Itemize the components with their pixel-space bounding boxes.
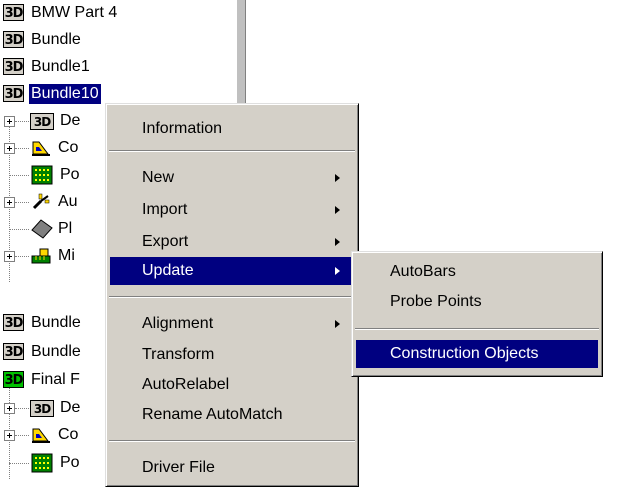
3d-badge-icon: 3D — [3, 58, 24, 75]
tree-item-bundle1[interactable]: 3D Bundle1 — [0, 54, 236, 81]
3d-part-icon: 3D — [30, 113, 54, 130]
menu-item-label: Export — [142, 233, 189, 250]
measure-icon — [31, 248, 51, 264]
submenu-arrow-icon — [335, 238, 340, 246]
expand-icon[interactable] — [4, 197, 15, 208]
submenu-arrow-icon — [335, 206, 340, 214]
tree-item-label: Po — [60, 454, 80, 471]
tree-item-bundle[interactable]: 3D Bundle — [0, 27, 236, 54]
menu-item-label: Probe Points — [390, 293, 482, 310]
menu-item-construction-objects[interactable]: Construction Objects — [356, 340, 598, 368]
tree-connector — [9, 229, 29, 230]
3d-badge-icon: 3D — [3, 4, 24, 21]
tree-item-label: Co — [58, 426, 79, 443]
update-submenu: AutoBars Probe Points Construction Objec… — [351, 251, 603, 377]
menu-item-label: Update — [142, 262, 194, 279]
menu-item-alignment[interactable]: Alignment — [110, 310, 354, 338]
menu-separator — [109, 440, 355, 442]
menu-item-autorelabel[interactable]: AutoRelabel — [110, 371, 354, 399]
context-menu: Information New Import Export Update Ali… — [105, 103, 359, 487]
construction-icon — [32, 428, 50, 443]
menu-item-label: Construction Objects — [390, 345, 539, 362]
3d-badge-icon: 3D — [3, 343, 24, 360]
menu-item-driver-file[interactable]: Driver File — [110, 454, 354, 482]
menu-item-transform[interactable]: Transform — [110, 341, 354, 369]
menu-item-import[interactable]: Import — [110, 196, 354, 224]
tree-item-label: De — [60, 112, 81, 129]
tree-item-label: Au — [58, 193, 78, 210]
tree-connector — [9, 175, 29, 176]
menu-item-autobars[interactable]: AutoBars — [356, 258, 598, 286]
construction-icon — [32, 141, 50, 156]
menu-item-probe-points[interactable]: Probe Points — [356, 288, 598, 316]
tree-item-label: Bundle — [31, 31, 81, 48]
expand-icon[interactable] — [4, 143, 15, 154]
tree-item-label: BMW Part 4 — [31, 4, 118, 21]
expand-icon[interactable] — [4, 430, 15, 441]
menu-item-label: Rename AutoMatch — [142, 406, 283, 423]
tree-item-label: Bundle10 — [29, 84, 101, 104]
menu-item-export[interactable]: Export — [110, 228, 354, 256]
tree-item-label: Mi — [58, 247, 75, 264]
tree-item-label: Po — [60, 166, 80, 183]
menu-item-update[interactable]: Update — [110, 257, 354, 285]
tree-item-label: Pl — [58, 220, 73, 237]
autobar-icon — [32, 193, 50, 210]
tree-connector — [15, 408, 29, 409]
expand-icon[interactable] — [4, 403, 15, 414]
tree-connector — [15, 202, 29, 203]
submenu-arrow-icon — [335, 267, 340, 275]
tree-item-label: Co — [58, 139, 79, 156]
menu-item-label: AutoBars — [390, 263, 456, 280]
3d-badge-icon: 3D — [3, 314, 24, 331]
grid-points-icon — [31, 165, 53, 185]
menu-separator — [109, 150, 355, 152]
submenu-arrow-icon — [335, 174, 340, 182]
tree-item-label: Final F — [31, 371, 80, 388]
menu-item-label: New — [142, 169, 175, 186]
menu-item-label: Import — [142, 201, 188, 218]
grid-points-icon — [31, 453, 53, 473]
3d-badge-icon: 3D — [3, 31, 24, 48]
menu-item-label: Alignment — [142, 315, 214, 332]
menu-item-information[interactable]: Information — [110, 115, 354, 143]
3d-badge-icon: 3D — [3, 85, 24, 102]
menu-separator — [109, 296, 355, 298]
expand-icon[interactable] — [4, 116, 15, 127]
menu-item-label: Transform — [142, 346, 215, 363]
menu-item-new[interactable]: New — [110, 164, 354, 192]
tree-connector — [15, 121, 29, 122]
menu-item-label: Driver File — [142, 459, 215, 476]
menu-item-label: Information — [142, 120, 223, 137]
submenu-arrow-icon — [335, 320, 340, 328]
menu-item-label: AutoRelabel — [142, 376, 230, 393]
menu-item-rename-automatch[interactable]: Rename AutoMatch — [110, 401, 354, 429]
tree-connector — [15, 148, 29, 149]
3d-badge-icon: 3D — [3, 371, 24, 388]
plane-icon — [31, 219, 53, 239]
tree-item-label: Bundle — [31, 343, 81, 360]
tree-item-label: Bundle1 — [31, 58, 90, 75]
tree-connector — [15, 435, 29, 436]
tree-item-label: Bundle — [31, 314, 81, 331]
expand-icon[interactable] — [4, 251, 15, 262]
tree-connector — [15, 256, 29, 257]
tree-connector — [9, 463, 29, 464]
tree-item-bmw-part-4[interactable]: 3D BMW Part 4 — [0, 0, 236, 27]
tree-item-label: De — [60, 399, 81, 416]
3d-part-icon: 3D — [30, 400, 54, 417]
menu-separator — [355, 328, 599, 330]
